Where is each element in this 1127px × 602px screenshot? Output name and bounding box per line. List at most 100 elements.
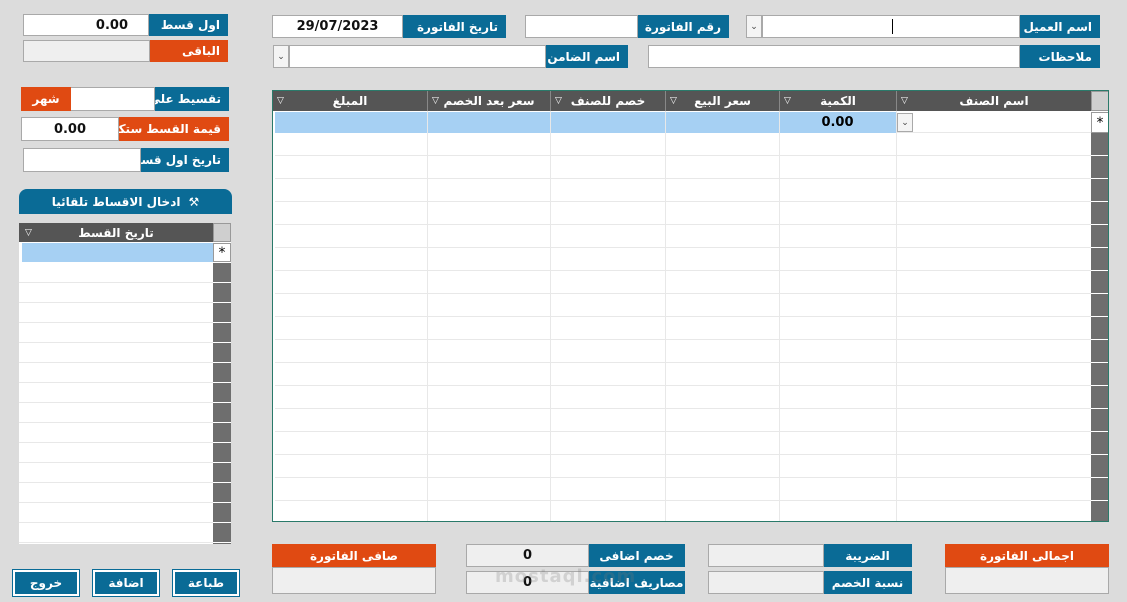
items-grid-corner[interactable] (1091, 91, 1108, 111)
grid-line (275, 385, 1091, 386)
row-selector[interactable] (213, 363, 231, 383)
first-installment-label: اول قسط (148, 14, 228, 36)
row-selector[interactable] (1091, 432, 1108, 455)
sort-arrow-icon[interactable]: ▽ (432, 96, 439, 106)
auto-installments-label: ادخال الاقساط تلقائيا (51, 194, 181, 209)
row-selector[interactable] (213, 283, 231, 303)
discount-rate-label: نسبة الخصم (823, 571, 912, 594)
print-button[interactable]: طباعة (172, 569, 240, 597)
row-selector[interactable] (1091, 202, 1108, 225)
row-selector[interactable] (1091, 478, 1108, 501)
invoice-date-field[interactable]: 29/07/2023 (272, 15, 403, 38)
grid-line (275, 178, 1091, 179)
row-selector[interactable] (213, 403, 231, 423)
row-selector[interactable] (1091, 501, 1108, 521)
items-new-row-name-cell[interactable] (896, 112, 1091, 133)
chevron-down-icon: ⌄ (277, 51, 285, 62)
row-selector[interactable] (1091, 271, 1108, 294)
row-selector[interactable] (213, 423, 231, 443)
row-selector[interactable] (1091, 248, 1108, 271)
discount-rate-field[interactable] (708, 571, 824, 594)
grid-line (275, 431, 1091, 432)
grid-line (275, 477, 1091, 478)
row-selector[interactable] (213, 483, 231, 503)
row-selector[interactable] (1091, 294, 1108, 317)
column-sale-price[interactable]: ▽ سعر البيع (665, 91, 779, 111)
grid-line (19, 542, 213, 543)
column-item-discount[interactable]: ▽ خصم للصنف (550, 91, 665, 111)
grid-column-line (896, 111, 897, 521)
grid-line (275, 408, 1091, 409)
installments-grid[interactable]: ▽ تاريخ القسط * (19, 223, 231, 544)
sort-arrow-icon[interactable]: ▽ (784, 96, 791, 106)
first-installment-date-label: تاريخ اول قسط (129, 148, 229, 172)
exit-button[interactable]: خروج (12, 569, 80, 597)
row-selector[interactable] (1091, 133, 1108, 156)
items-new-row-marker[interactable]: * (1091, 112, 1108, 133)
guarantor-combo[interactable] (289, 45, 546, 68)
grid-line (19, 462, 213, 463)
customer-dropdown-button[interactable]: ⌄ (746, 15, 762, 38)
row-selector[interactable] (1091, 363, 1108, 386)
row-selector[interactable] (1091, 455, 1108, 478)
row-selector[interactable] (213, 383, 231, 403)
customer-combo[interactable] (762, 15, 1020, 38)
notes-field[interactable] (648, 45, 1020, 68)
invoice-number-label: رقم الفاتورة (637, 15, 729, 38)
first-installment-date-field[interactable] (23, 148, 141, 172)
row-selector[interactable] (213, 523, 231, 543)
installments-selected-row[interactable] (22, 243, 213, 262)
auto-installments-button[interactable]: ادخال الاقساط تلقائيا ⚒ (19, 189, 232, 214)
watermark: mostaql.com (495, 566, 637, 587)
sort-arrow-icon[interactable]: ▽ (25, 228, 32, 238)
column-price-after-discount[interactable]: ▽ سعر بعد الخصم (427, 91, 550, 111)
tax-field[interactable] (708, 544, 824, 567)
item-name-dropdown-button[interactable]: ⌄ (897, 113, 913, 132)
row-selector[interactable] (1091, 156, 1108, 179)
invoice-date-label: تاريخ الفاتورة (402, 15, 506, 38)
invoice-number-field[interactable] (525, 15, 638, 38)
sort-arrow-icon[interactable]: ▽ (555, 96, 562, 106)
tax-label: الضريبة (823, 544, 912, 567)
installments-grid-header: ▽ تاريخ القسط (19, 223, 213, 242)
row-selector[interactable] (1091, 179, 1108, 202)
row-selector[interactable] (1091, 409, 1108, 432)
row-selector[interactable] (213, 463, 231, 483)
grid-line (275, 454, 1091, 455)
row-selector[interactable] (1091, 386, 1108, 409)
grid-line (19, 362, 213, 363)
grid-column-line (427, 111, 428, 521)
guarantor-dropdown-button[interactable]: ⌄ (273, 45, 289, 68)
row-selector[interactable] (213, 323, 231, 343)
first-installment-field[interactable]: 0.00 (23, 14, 149, 36)
add-button[interactable]: اضافة (92, 569, 160, 597)
row-selector[interactable] (213, 263, 231, 283)
row-selector[interactable] (213, 503, 231, 523)
installments-grid-corner[interactable] (213, 223, 231, 242)
grid-line (275, 362, 1091, 363)
row-selector[interactable] (1091, 340, 1108, 363)
sort-arrow-icon[interactable]: ▽ (277, 96, 284, 106)
column-quantity[interactable]: ▽ الكمية (779, 91, 896, 111)
sort-arrow-icon[interactable]: ▽ (901, 96, 908, 106)
items-grid[interactable]: ▽ اسم الصنف ▽ الكمية ▽ سعر البيع ▽ خصم للصنف… (272, 90, 1109, 522)
grid-line (19, 422, 213, 423)
row-selector[interactable] (1091, 317, 1108, 340)
split-on-label: تقسيط على (148, 87, 229, 111)
guarantor-label: اسم الضامن (545, 45, 628, 68)
row-selector[interactable] (213, 443, 231, 463)
row-selector[interactable] (213, 543, 231, 544)
column-item-name[interactable]: ▽ اسم الصنف (896, 91, 1091, 111)
grid-line (275, 155, 1091, 156)
row-selector[interactable] (1091, 225, 1108, 248)
installment-date-column-header[interactable]: تاريخ القسط (78, 226, 154, 240)
grid-column-line (665, 111, 666, 521)
sort-arrow-icon[interactable]: ▽ (670, 96, 677, 106)
column-amount[interactable]: ▽ المبلغ (273, 91, 427, 111)
split-months-field[interactable] (70, 87, 155, 111)
row-selector[interactable] (213, 303, 231, 323)
installments-new-row-marker[interactable]: * (213, 243, 231, 262)
extra-discount-field[interactable]: 0 (466, 544, 589, 567)
new-row-quantity[interactable]: 0.00 (779, 112, 896, 133)
row-selector[interactable] (213, 343, 231, 363)
